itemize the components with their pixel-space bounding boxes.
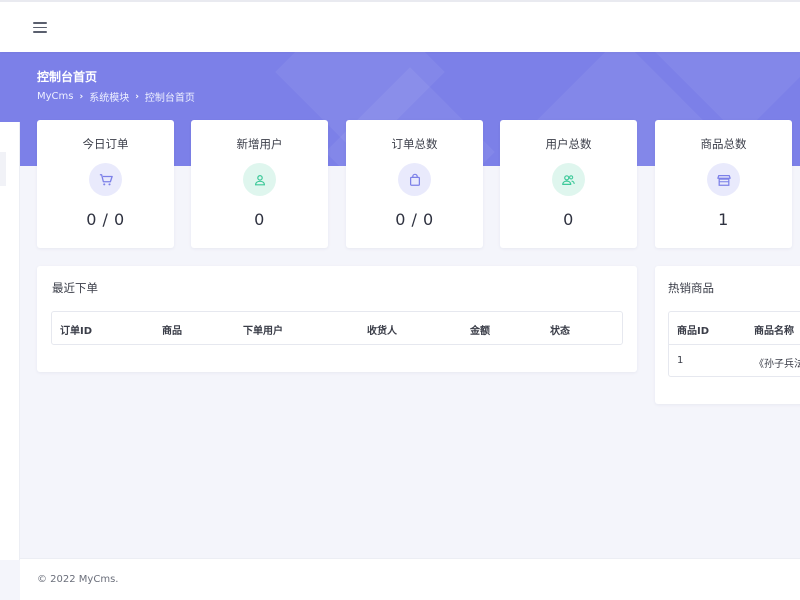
top-navbar: [0, 0, 800, 52]
column-header-amount[interactable]: 金额: [470, 322, 490, 337]
hot-products-table: 商品ID 商品名称 1 《孙子兵法: [668, 311, 800, 377]
stat-title: 商品总数: [700, 137, 747, 151]
breadcrumb-item-home[interactable]: MyCms: [37, 91, 73, 102]
sidebar-active-item[interactable]: [0, 152, 6, 186]
recent-orders-table: 订单ID 商品 下单用户 收货人 金额 状态: [51, 311, 623, 345]
chevron-right-icon: ›: [135, 91, 139, 102]
column-header-status[interactable]: 状态: [550, 322, 570, 337]
panel-title: 最近下单: [52, 281, 98, 295]
stat-title: 新增用户: [236, 137, 283, 151]
chevron-right-icon: ›: [79, 91, 84, 102]
panel-title: 热销商品: [668, 281, 714, 295]
table-header-row: 订单ID 商品 下单用户 收货人 金额 状态: [52, 312, 622, 344]
cell-product-id: 1: [677, 355, 684, 366]
breadcrumb-item-current: 控制台首页: [144, 93, 195, 104]
column-header-receiver[interactable]: 收货人: [367, 322, 397, 337]
column-header-product-id[interactable]: 商品ID: [677, 322, 709, 337]
stat-value: 0 / 0: [86, 210, 125, 229]
column-header-order-id[interactable]: 订单ID: [60, 322, 92, 337]
stat-card-today-orders: 今日订单 0 / 0: [37, 120, 174, 248]
stat-value: 0: [563, 210, 574, 229]
stat-card-new-users: 新增用户 0: [191, 120, 328, 248]
divider: [669, 344, 800, 345]
recent-orders-panel: 最近下单 订单ID 商品 下单用户 收货人 金额 状态: [37, 266, 637, 372]
stat-card-total-users: 用户总数 0: [500, 120, 637, 248]
store-icon: [707, 163, 740, 196]
stat-value: 0: [254, 210, 265, 229]
stat-title: 用户总数: [545, 137, 592, 151]
page-title: 控制台首页: [37, 70, 98, 84]
hamburger-menu-icon[interactable]: [33, 21, 47, 33]
stat-card-total-products: 商品总数 1: [655, 120, 792, 248]
breadcrumb-item-module[interactable]: 系统模块: [89, 89, 129, 104]
column-header-user[interactable]: 下单用户: [243, 322, 283, 337]
stat-title: 今日订单: [82, 137, 129, 151]
table-header-row: 商品ID 商品名称: [669, 312, 800, 344]
column-header-product-name[interactable]: 商品名称: [754, 322, 794, 337]
footer: © 2022 MyCms.: [20, 558, 800, 600]
breadcrumb: MyCms › 系统模块 › 控制台首页: [37, 89, 195, 104]
users-icon: [552, 163, 585, 196]
cell-product-name[interactable]: 《孙子兵法: [754, 355, 800, 370]
cart-icon: [89, 163, 122, 196]
stat-card-total-orders: 订单总数 0 / 0: [346, 120, 483, 248]
stat-value: 0 / 0: [395, 210, 434, 229]
sidebar: [0, 122, 20, 560]
stat-title: 订单总数: [391, 137, 438, 151]
bag-icon: [398, 163, 431, 196]
hot-products-panel: 热销商品 商品ID 商品名称 1 《孙子兵法: [655, 266, 800, 404]
user-icon: [243, 163, 276, 196]
column-header-product[interactable]: 商品: [162, 322, 182, 337]
stat-value: 1: [718, 210, 729, 229]
copyright-text: © 2022 MyCms.: [37, 574, 119, 585]
